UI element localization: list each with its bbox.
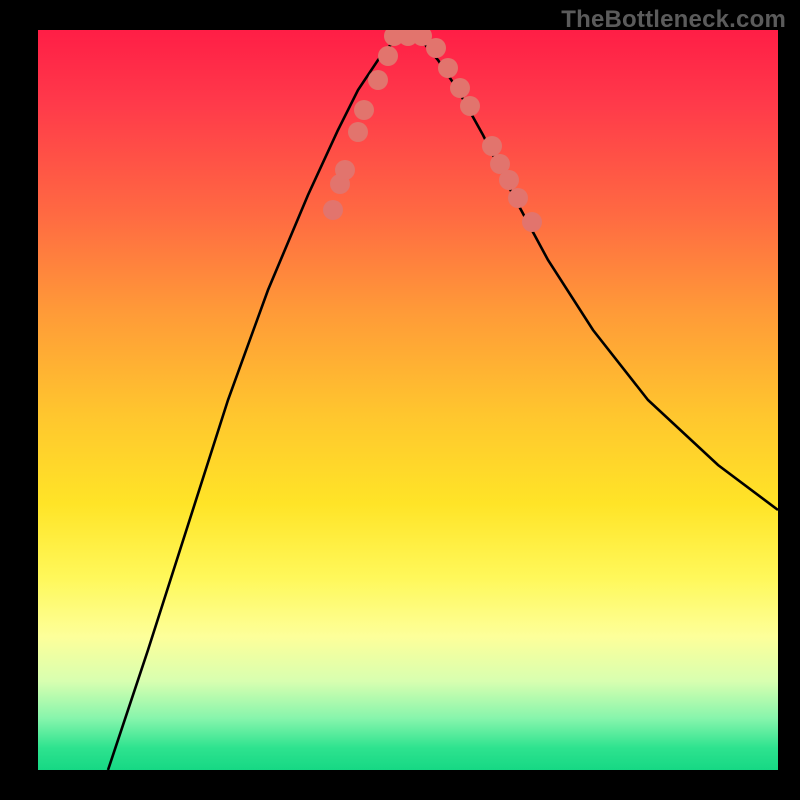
threshold-dot <box>460 96 480 116</box>
threshold-dot <box>335 160 355 180</box>
bottleneck-curve <box>108 34 778 770</box>
threshold-dot <box>438 58 458 78</box>
chart-svg <box>38 30 778 770</box>
chart-plot-area <box>38 30 778 770</box>
threshold-dot <box>368 70 388 90</box>
threshold-dot <box>348 122 368 142</box>
threshold-dot <box>482 136 502 156</box>
threshold-dot <box>323 200 343 220</box>
threshold-dot <box>522 212 542 232</box>
watermark-text: TheBottleneck.com <box>561 6 786 34</box>
threshold-dot <box>354 100 374 120</box>
threshold-dot <box>378 46 398 66</box>
chart-frame: TheBottleneck.com <box>0 0 800 800</box>
threshold-markers <box>323 30 542 232</box>
threshold-dot <box>508 188 528 208</box>
threshold-dot <box>499 170 519 190</box>
threshold-dot <box>450 78 470 98</box>
threshold-dot <box>426 38 446 58</box>
